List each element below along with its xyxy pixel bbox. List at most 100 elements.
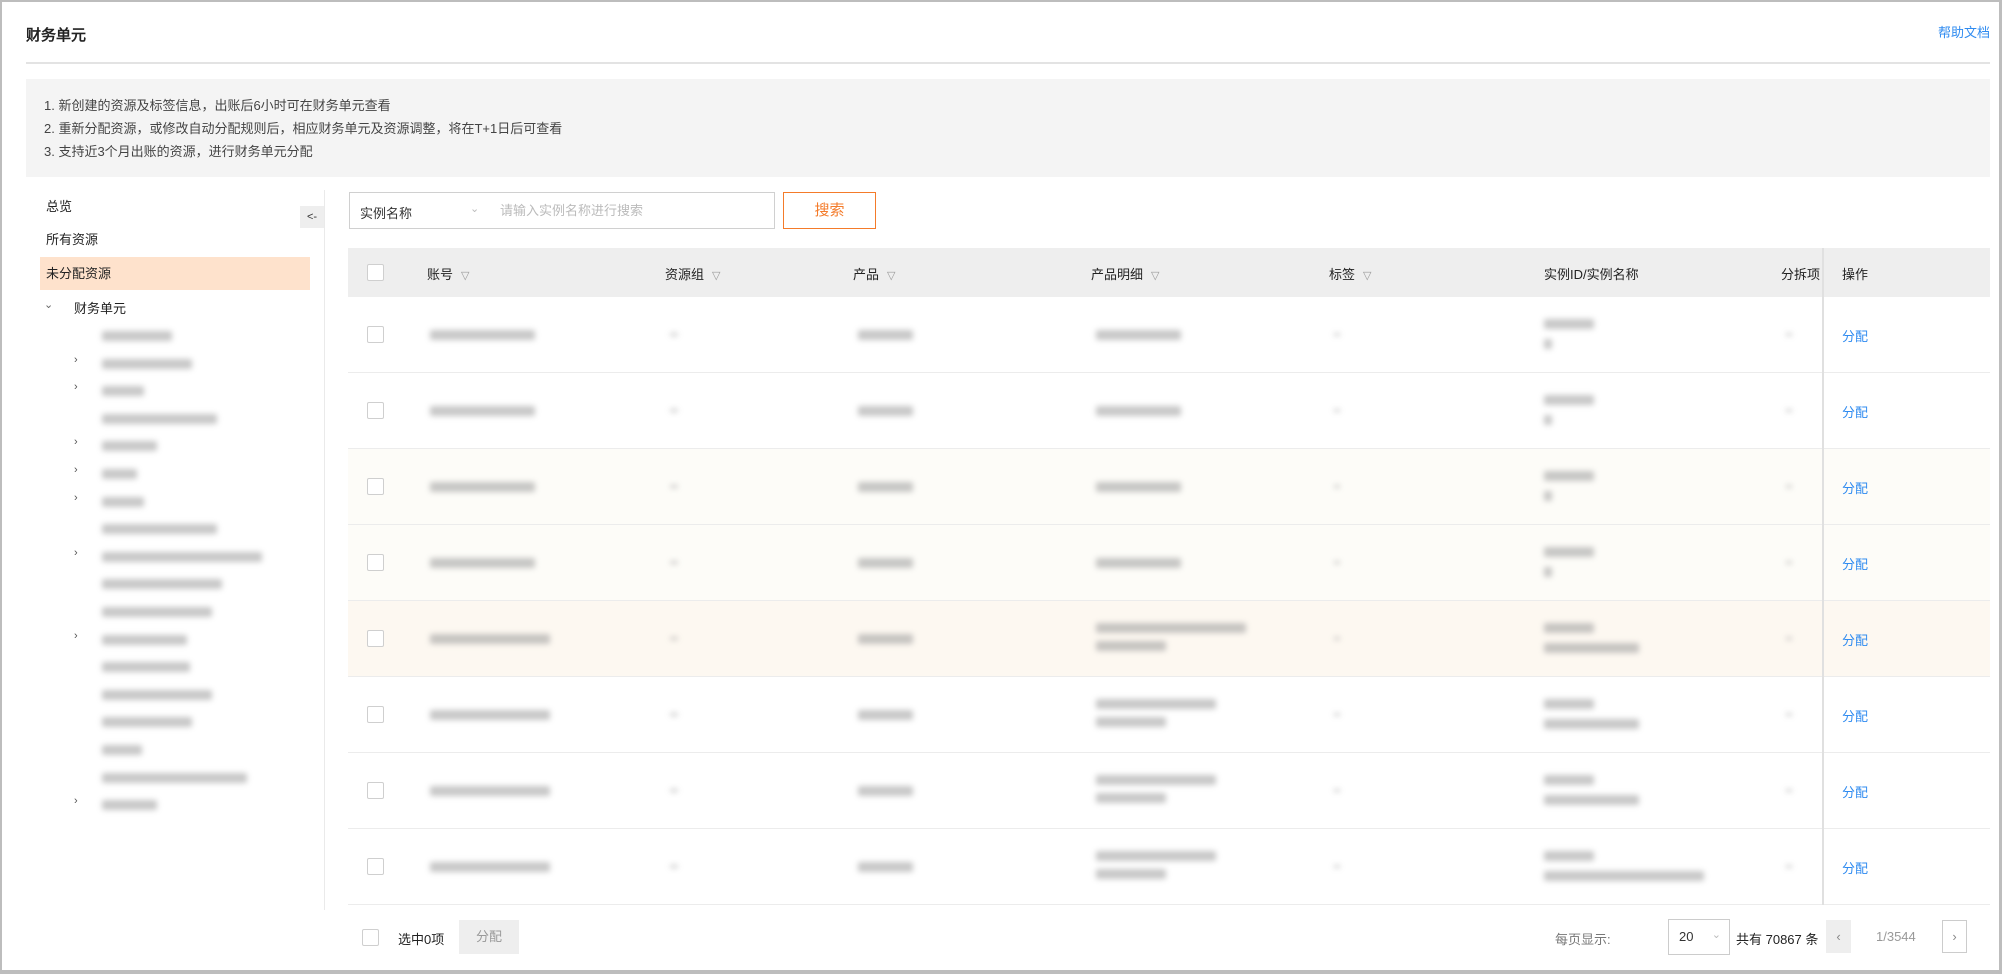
tree-item[interactable]: ›	[70, 432, 310, 459]
sidebar-item-all-resources[interactable]: 所有资源	[40, 223, 310, 256]
chevron-right-icon[interactable]: ›	[74, 381, 78, 393]
redacted-instance-name	[1544, 871, 1704, 881]
row-checkbox[interactable]	[367, 402, 384, 419]
redacted-label	[102, 800, 157, 811]
redacted-instance-name	[1544, 491, 1552, 501]
redacted-label	[102, 441, 157, 452]
search-input[interactable]	[500, 194, 770, 227]
tree-item[interactable]	[70, 708, 310, 735]
page-size-select[interactable]: 20 ⌄	[1668, 919, 1730, 955]
tree-item[interactable]: ›	[70, 460, 310, 487]
redacted-label	[102, 717, 192, 728]
redacted-label	[102, 551, 262, 562]
col-label: 产品明细	[1091, 267, 1144, 282]
redacted-detail	[1096, 793, 1166, 803]
filter-icon[interactable]: ▽	[1363, 270, 1371, 282]
sidebar-item-overview[interactable]: 总览	[40, 190, 310, 223]
chevron-right-icon[interactable]: ›	[74, 436, 78, 448]
assign-button[interactable]: 分配	[1842, 478, 1868, 497]
search-button[interactable]: 搜索	[783, 192, 876, 229]
assign-button[interactable]: 分配	[1842, 706, 1868, 725]
assign-selected-button[interactable]: 分配	[459, 920, 519, 954]
tree-item[interactable]	[70, 322, 310, 349]
tree-item[interactable]	[70, 570, 310, 597]
chevron-right-icon[interactable]: ›	[74, 630, 78, 642]
tree-root-finance-unit[interactable]: 财务单元	[74, 298, 126, 317]
tree-item[interactable]	[70, 681, 310, 708]
chevron-right-icon[interactable]: ›	[74, 492, 78, 504]
col-tag[interactable]: 标签 ▽	[1329, 264, 1371, 283]
col-label: 账号	[427, 267, 454, 282]
assign-button[interactable]: 分配	[1842, 630, 1868, 649]
tree-item[interactable]: ›	[70, 488, 310, 515]
chevron-right-icon[interactable]: ›	[74, 464, 78, 476]
tree-item[interactable]: ›	[70, 791, 310, 818]
search-bar: 实例名称 ⌄	[349, 192, 775, 229]
chevron-right-icon[interactable]: ›	[74, 795, 78, 807]
select-all-checkbox[interactable]	[367, 264, 384, 281]
tree-item[interactable]	[70, 405, 310, 432]
filter-icon[interactable]: ▽	[712, 270, 720, 282]
notice-line: 2. 重新分配资源，或修改自动分配规则后，相应财务单元及资源调整，将在T+1日后…	[44, 121, 563, 136]
table-row: 分配	[348, 449, 1990, 525]
col-label: 产品	[853, 267, 880, 282]
selected-count: 选中0项	[398, 932, 445, 947]
redacted-label	[102, 662, 190, 673]
filter-icon[interactable]: ▽	[461, 270, 469, 282]
chevron-right-icon[interactable]: ›	[74, 354, 78, 366]
redacted-split	[1786, 485, 1792, 488]
footer-select-checkbox[interactable]	[362, 929, 379, 946]
chevron-down-icon[interactable]: ⌄	[470, 202, 479, 215]
assign-button[interactable]: 分配	[1842, 326, 1868, 345]
tree-item[interactable]	[70, 764, 310, 791]
collapse-sidebar-button[interactable]: <-	[300, 206, 324, 228]
tree-item[interactable]	[70, 736, 310, 763]
assign-button[interactable]: 分配	[1842, 402, 1868, 421]
redacted-detail	[1096, 482, 1181, 492]
redacted-product	[858, 406, 913, 416]
col-resource-group[interactable]: 资源组 ▽	[665, 264, 720, 283]
chevron-right-icon[interactable]: ›	[74, 547, 78, 559]
tree-item[interactable]: ›	[70, 377, 310, 404]
page-indicator: 1/3544	[1876, 929, 1916, 944]
tree-item[interactable]: ›	[70, 626, 310, 653]
sidebar-divider	[324, 190, 325, 910]
tree-item[interactable]	[70, 515, 310, 542]
redacted-split	[1786, 637, 1792, 640]
filter-icon[interactable]: ▽	[1151, 270, 1159, 282]
row-checkbox[interactable]	[367, 478, 384, 495]
page-size-label: 每页显示:	[1555, 932, 1611, 947]
tree-item[interactable]: ›	[70, 543, 310, 570]
col-product[interactable]: 产品 ▽	[853, 264, 895, 283]
redacted-tag	[1334, 409, 1340, 412]
sidebar-item-unassigned[interactable]: 未分配资源	[40, 257, 310, 290]
tree-item[interactable]	[70, 653, 310, 680]
redacted-tag	[1334, 485, 1340, 488]
search-field-select[interactable]: 实例名称	[360, 203, 412, 222]
tree-item[interactable]: ›	[70, 350, 310, 377]
row-checkbox[interactable]	[367, 554, 384, 571]
col-account[interactable]: 账号 ▽	[427, 264, 469, 283]
row-checkbox[interactable]	[367, 706, 384, 723]
col-product-detail[interactable]: 产品明细 ▽	[1091, 264, 1159, 283]
help-docs-link[interactable]: 帮助文档	[1938, 22, 1990, 41]
redacted-label	[102, 469, 137, 479]
redacted-group	[670, 561, 678, 564]
redacted-group	[670, 865, 678, 868]
redacted-group	[670, 333, 678, 336]
row-checkbox[interactable]	[367, 858, 384, 875]
assign-button[interactable]: 分配	[1842, 858, 1868, 877]
tree-item[interactable]	[70, 598, 310, 625]
assign-button[interactable]: 分配	[1842, 554, 1868, 573]
table-row: 分配	[348, 525, 1990, 601]
row-checkbox[interactable]	[367, 782, 384, 799]
filter-icon[interactable]: ▽	[887, 270, 895, 282]
chevron-down-icon[interactable]: ⌄	[44, 298, 53, 311]
next-page-button[interactable]: ›	[1942, 920, 1967, 953]
row-checkbox[interactable]	[367, 326, 384, 343]
redacted-label	[102, 634, 187, 645]
redacted-instance-name	[1544, 339, 1552, 349]
prev-page-button[interactable]: ‹	[1826, 920, 1851, 953]
assign-button[interactable]: 分配	[1842, 782, 1868, 801]
row-checkbox[interactable]	[367, 630, 384, 647]
